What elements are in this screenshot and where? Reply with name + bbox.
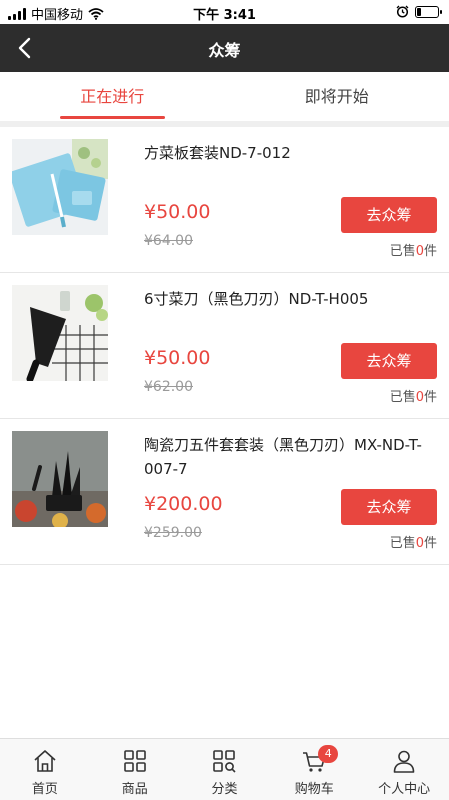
product-original-price: ¥259.00: [144, 525, 202, 541]
join-crowdfunding-button[interactable]: 去众筹: [341, 343, 437, 379]
sold-count: 已售0件: [390, 240, 437, 259]
sold-number: 0: [415, 390, 424, 405]
product-image-cutting-board: [12, 139, 108, 235]
cart-badge: 4: [318, 745, 339, 763]
sold-suffix: 件: [423, 244, 437, 259]
tab-bar: 正在进行 即将开始: [0, 72, 449, 121]
nav-item-profile[interactable]: 个人中心: [359, 739, 449, 800]
sold-suffix: 件: [423, 390, 437, 405]
nav-item-products[interactable]: 商品: [90, 739, 180, 800]
bottom-nav: 首页 商品 分类 4 购物车 个人中心: [0, 738, 449, 800]
sold-suffix: 件: [423, 536, 437, 551]
status-right: [396, 5, 442, 18]
nav-item-home[interactable]: 首页: [0, 739, 90, 800]
sold-prefix: 已售: [389, 390, 416, 405]
alarm-icon: [396, 5, 409, 18]
join-crowdfunding-button[interactable]: 去众筹: [341, 489, 437, 525]
product-image-ceramic-knife-set: [12, 431, 108, 527]
product-original-price: ¥62.00: [144, 379, 193, 395]
product-original-price: ¥64.00: [144, 233, 193, 249]
tab-ongoing[interactable]: 正在进行: [0, 72, 225, 121]
battery-icon: [415, 5, 442, 18]
nav-label: 分类: [211, 782, 238, 797]
battery-level: [417, 7, 421, 16]
status-time: 下午 3:41: [193, 8, 256, 23]
product-price: ¥50.00: [144, 347, 211, 369]
product-price: ¥50.00: [144, 201, 211, 223]
list-item[interactable]: 6寸菜刀（黑色刀刃）ND-T-H005 ¥50.00 ¥62.00 去众筹 已售…: [0, 273, 449, 419]
crowdfunding-list: 方菜板套装ND-7-012 ¥50.00 ¥64.00 去众筹 已售0件 6寸菜…: [0, 127, 449, 565]
status-bar: 中国移动 下午 3:41: [0, 0, 449, 24]
sold-count: 已售0件: [390, 386, 437, 405]
sold-prefix: 已售: [389, 536, 416, 551]
join-crowdfunding-button[interactable]: 去众筹: [341, 197, 437, 233]
tab-upcoming[interactable]: 即将开始: [225, 72, 449, 121]
product-title[interactable]: 方菜板套装ND-7-012: [144, 141, 437, 165]
nav-label: 首页: [31, 782, 58, 797]
product-image-chef-knife: [12, 285, 108, 381]
nav-item-cart[interactable]: 4 购物车: [269, 739, 359, 800]
nav-item-category[interactable]: 分类: [180, 739, 270, 800]
nav-label: 购物车: [294, 782, 334, 797]
home-icon: [34, 750, 56, 772]
page-title: 众筹: [208, 41, 241, 60]
sold-number: 0: [415, 536, 424, 551]
product-title[interactable]: 6寸菜刀（黑色刀刃）ND-T-H005: [144, 287, 437, 311]
sold-prefix: 已售: [389, 244, 416, 259]
user-icon: [393, 750, 415, 773]
nav-bar: 众筹: [0, 24, 449, 72]
product-price: ¥200.00: [144, 493, 223, 515]
list-item[interactable]: 陶瓷刀五件套套装（黑色刀刃）MX-ND-T-007-7 ¥200.00 ¥259…: [0, 419, 449, 565]
category-search-icon: [213, 750, 237, 773]
grid-icon: [123, 750, 146, 772]
list-item[interactable]: 方菜板套装ND-7-012 ¥50.00 ¥64.00 去众筹 已售0件: [0, 127, 449, 273]
sold-number: 0: [415, 244, 424, 259]
nav-label: 商品: [121, 782, 148, 797]
product-title[interactable]: 陶瓷刀五件套套装（黑色刀刃）MX-ND-T-007-7: [144, 433, 437, 481]
nav-label: 个人中心: [378, 782, 431, 797]
sold-count: 已售0件: [390, 532, 437, 551]
